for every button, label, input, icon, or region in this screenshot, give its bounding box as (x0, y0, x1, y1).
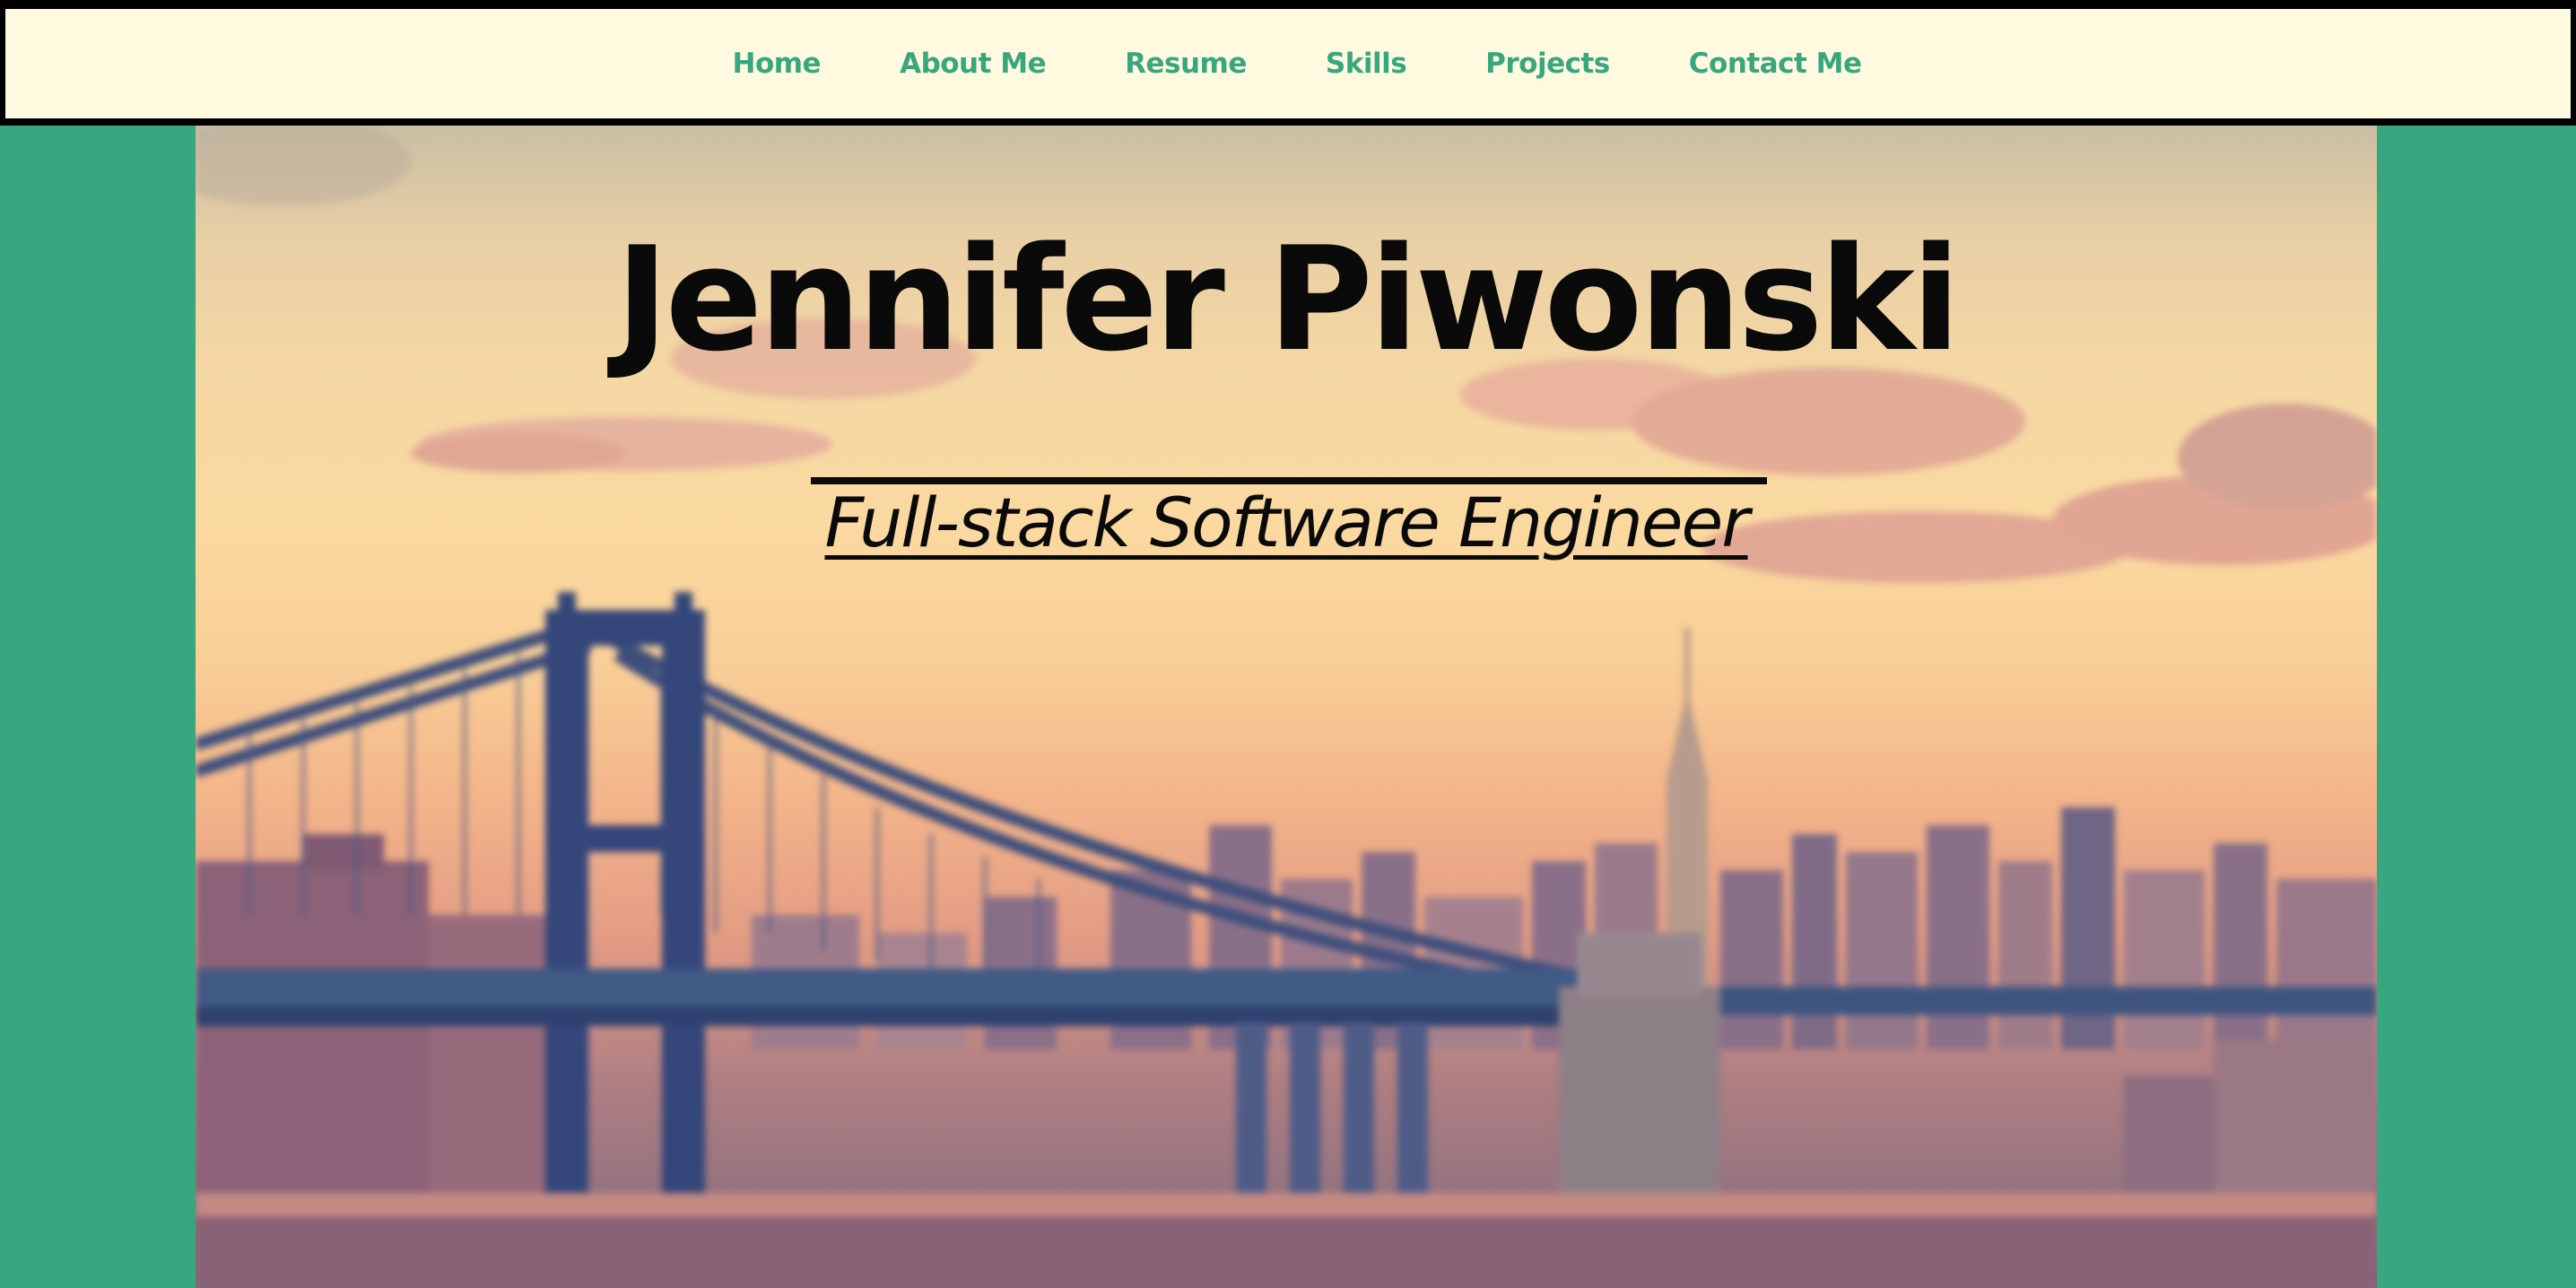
nav-link-projects[interactable]: Projects (1446, 48, 1649, 80)
hero-title: Jennifer Piwonski (615, 215, 1961, 383)
nav-link-resume[interactable]: Resume (1085, 48, 1286, 80)
nav-link-home[interactable]: Home (693, 48, 861, 80)
nav-menu: Home About Me Resume Skills Projects Con… (693, 48, 1902, 80)
waterfront-road (196, 1193, 2377, 1216)
hero-subtitle: Full-stack Software Engineer (824, 483, 1749, 562)
nav-link-skills[interactable]: Skills (1286, 48, 1446, 80)
bridge-tower (545, 592, 705, 1288)
waterfront (196, 1216, 2377, 1288)
top-nav-bar: Home About Me Resume Skills Projects Con… (0, 0, 2576, 126)
nav-link-contact-me[interactable]: Contact Me (1649, 48, 1902, 80)
hero-banner: Jennifer Piwonski Full-stack Software En… (196, 126, 2377, 1288)
nav-link-about-me[interactable]: About Me (860, 48, 1085, 80)
page: Home About Me Resume Skills Projects Con… (0, 0, 2576, 1288)
